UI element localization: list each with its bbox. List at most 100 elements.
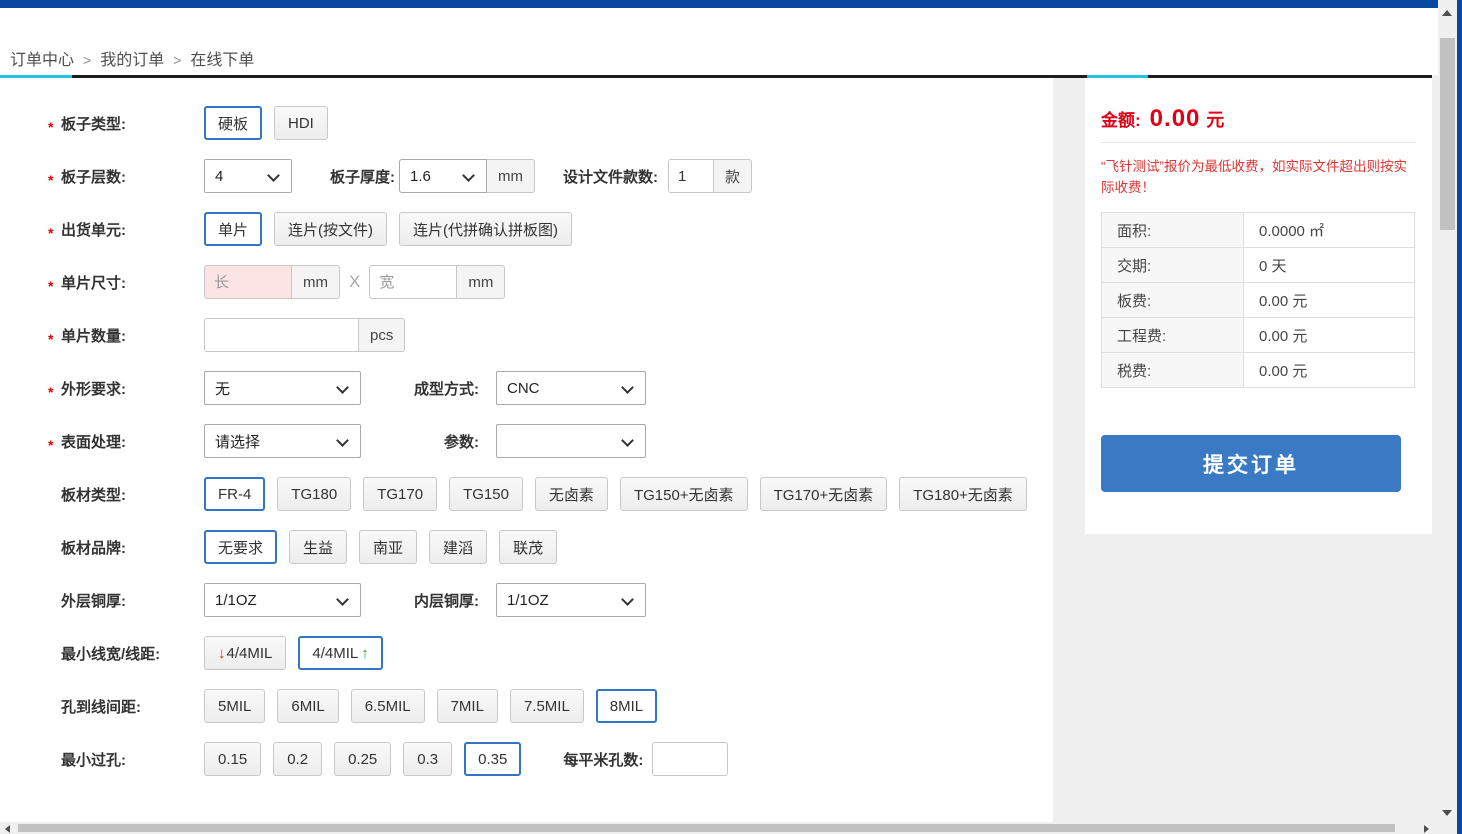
scroll-up-icon[interactable]: [1442, 10, 1452, 16]
hole-clearance-option[interactable]: 8MIL: [596, 689, 657, 723]
material-option[interactable]: TG170+无卤素: [760, 477, 888, 511]
thickness-label: 板子厚度:: [330, 166, 395, 187]
pricing-notice: “飞针测试”报价为最低收费，如实际文件超出则按实际收费！: [1101, 156, 1416, 198]
material-option[interactable]: TG180: [277, 477, 351, 511]
width-unit: mm: [457, 265, 505, 299]
material-option[interactable]: TG150: [449, 477, 523, 511]
min-via-option[interactable]: 0.2: [273, 742, 322, 776]
up-arrow-icon: ↑: [361, 645, 369, 662]
breadcrumb-item-order-center[interactable]: 订单中心: [10, 52, 74, 69]
price-summary-panel: 金额: 0.00元 “飞针测试”报价为最低收费，如实际文件超出则按实际收费！ 面积…: [1085, 78, 1432, 534]
price-row-label: 工程费:: [1102, 318, 1244, 353]
forming-method-label: 成型方式:: [385, 378, 479, 399]
trace-width-option-below[interactable]: ↓4/4MIL: [204, 636, 286, 670]
ship-unit-options: 单片连片(按文件) 连片(代拼确认拼板图): [204, 212, 572, 246]
material-option[interactable]: TG170: [363, 477, 437, 511]
breadcrumb-item-online-order[interactable]: 在线下单: [190, 52, 254, 69]
ship-unit-option[interactable]: 连片(按文件): [274, 212, 387, 246]
outer-copper-label: 外层铜厚:: [61, 593, 126, 610]
min-via-option[interactable]: 0.15: [204, 742, 261, 776]
trace-width-label: 最小线宽/线距:: [61, 646, 160, 663]
length-unit: mm: [292, 265, 340, 299]
design-files-unit: 款: [714, 159, 752, 193]
outer-copper-select[interactable]: 1/1OZ: [204, 583, 361, 617]
design-files-input[interactable]: [668, 159, 714, 193]
hole-clearance-option[interactable]: 5MIL: [204, 689, 265, 723]
quantity-label: 单片数量:: [61, 328, 126, 345]
amount-label: 金额:: [1101, 111, 1141, 130]
price-table-row: 板费: 0.00 元: [1102, 283, 1415, 318]
required-marker: *: [48, 172, 56, 188]
brand-option[interactable]: 建滔: [429, 530, 487, 564]
surface-label: 表面处理:: [61, 434, 126, 451]
min-via-option[interactable]: 0.25: [334, 742, 391, 776]
price-table-row: 税费: 0.00 元: [1102, 353, 1415, 388]
price-row-value: 0.00 元: [1244, 318, 1415, 353]
width-input[interactable]: [369, 265, 457, 299]
scroll-left-icon[interactable]: [5, 825, 10, 833]
forming-method-select[interactable]: CNC: [496, 371, 646, 405]
holes-per-sqm-label: 每平米孔数:: [563, 749, 643, 770]
vertical-scrollbar[interactable]: [1438, 0, 1457, 822]
material-label: 板材类型:: [61, 487, 126, 504]
breadcrumb-item-my-orders[interactable]: 我的订单: [100, 52, 164, 69]
design-files-label: 设计文件款数:: [563, 166, 658, 187]
hole-clearance-option[interactable]: 7.5MIL: [510, 689, 584, 723]
min-via-option[interactable]: 0.3: [403, 742, 452, 776]
scroll-down-icon[interactable]: [1442, 810, 1452, 816]
min-via-label: 最小过孔:: [61, 752, 126, 769]
row-layers: *板子层数: 4 板子厚度: 1.6 mm 设计文件款数: 款: [48, 159, 1053, 193]
row-hole-clearance: 孔到线间距: 5MIL 6MIL 6.5MIL 7MIL 7.5MIL 8MIL: [48, 689, 1053, 723]
material-option[interactable]: FR-4: [204, 477, 265, 511]
required-marker: *: [48, 331, 56, 347]
amount-value: 0.00: [1150, 105, 1201, 132]
row-copper: 外层铜厚: 1/1OZ 内层铜厚: 1/1OZ: [48, 583, 1053, 617]
price-breakdown-table: 面积: 0.0000 ㎡ 交期: 0 天 板费: 0.00 元 工程费: [1101, 212, 1415, 388]
board-type-option[interactable]: 硬板: [204, 106, 262, 140]
breadcrumb-separator: >: [173, 52, 181, 68]
material-option[interactable]: TG150+无卤素: [620, 477, 748, 511]
board-type-options: 硬板 HDI: [204, 106, 328, 140]
amount-unit: 元: [1206, 110, 1224, 130]
holes-per-sqm-input[interactable]: [652, 742, 728, 776]
brand-option[interactable]: 联茂: [499, 530, 557, 564]
parameter-select[interactable]: [496, 424, 646, 458]
window-right-edge: [1457, 0, 1462, 834]
brand-option[interactable]: 生益: [289, 530, 347, 564]
hole-clearance-option[interactable]: 6MIL: [277, 689, 338, 723]
submit-order-button[interactable]: 提交订单: [1101, 435, 1401, 492]
min-via-option[interactable]: 0.35: [464, 742, 521, 776]
hole-clearance-label: 孔到线间距:: [61, 699, 141, 716]
hole-clearance-option[interactable]: 7MIL: [437, 689, 498, 723]
brand-option[interactable]: 南亚: [359, 530, 417, 564]
price-table-row: 工程费: 0.00 元: [1102, 318, 1415, 353]
layers-select[interactable]: 4: [204, 159, 292, 193]
material-option[interactable]: TG180+无卤素: [899, 477, 1027, 511]
inner-copper-select[interactable]: 1/1OZ: [496, 583, 646, 617]
required-marker: *: [48, 437, 56, 453]
breadcrumb-separator: >: [83, 52, 91, 68]
horizontal-scrollbar[interactable]: [0, 822, 1438, 834]
trace-width-option-above[interactable]: 4/4MIL↑: [298, 636, 382, 670]
horizontal-scrollbar-thumb[interactable]: [18, 824, 1395, 832]
surface-select[interactable]: 请选择: [204, 424, 361, 458]
board-type-option[interactable]: HDI: [274, 106, 328, 140]
required-marker: *: [48, 119, 56, 135]
price-row-value: 0.00 元: [1244, 353, 1415, 388]
size-label: 单片尺寸:: [61, 275, 126, 292]
price-row-label: 面积:: [1102, 213, 1244, 248]
thickness-select[interactable]: 1.6: [399, 159, 487, 193]
outline-select[interactable]: 无: [204, 371, 361, 405]
quantity-input[interactable]: [204, 318, 359, 352]
ship-unit-option[interactable]: 单片: [204, 212, 262, 246]
required-marker: *: [48, 278, 56, 294]
vertical-scrollbar-thumb[interactable]: [1440, 38, 1455, 230]
amount: 金额: 0.00元: [1101, 105, 1416, 133]
scroll-right-icon[interactable]: [1424, 825, 1429, 833]
brand-option[interactable]: 无要求: [204, 530, 277, 564]
material-option[interactable]: 无卤素: [535, 477, 608, 511]
ship-unit-option[interactable]: 连片(代拼确认拼板图): [399, 212, 572, 246]
length-input[interactable]: [204, 265, 292, 299]
hole-clearance-option[interactable]: 6.5MIL: [351, 689, 425, 723]
brand-label: 板材品牌:: [61, 540, 126, 557]
